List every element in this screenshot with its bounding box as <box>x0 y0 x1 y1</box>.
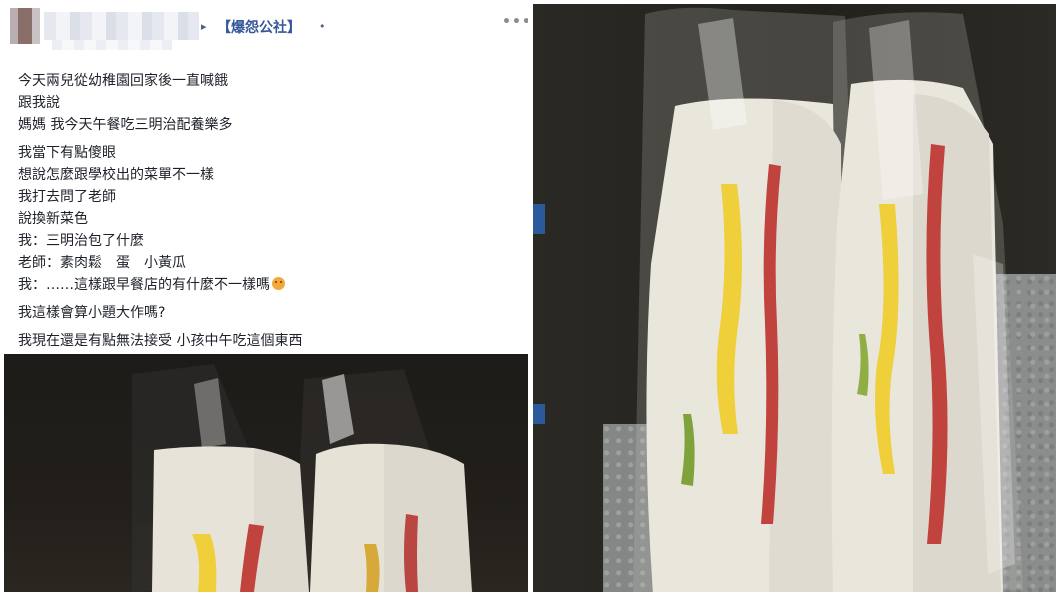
post-line: 我：三明治包了什麼 <box>18 233 144 249</box>
blurred-timestamp <box>52 40 172 50</box>
post-line-with-emoji: 我：……這樣跟早餐店的有什麼不一樣嗎 <box>18 274 518 296</box>
post-line: 我當下有點傻眼 <box>18 145 116 161</box>
post-line: 老師：素肉鬆 蛋 小黃瓜 <box>18 255 186 271</box>
sad-face-emoji-icon <box>272 277 285 290</box>
post-line: 我：……這樣跟早餐店的有什麼不一樣嗎 <box>18 277 270 293</box>
post-line: 說換新菜色 <box>18 211 88 227</box>
more-options-icon[interactable]: ••• <box>502 14 528 30</box>
sandwich-illustration-small <box>132 364 474 592</box>
facebook-post-card: ▸ 【爆怨公社】 • ••• 今天兩兒從幼稚園回家後一直喊餓 跟我說 媽媽 我今… <box>4 4 528 355</box>
group-name-link[interactable]: 【爆怨公社】 <box>217 17 301 37</box>
sandwich-photo-small <box>4 354 528 592</box>
post-body-text: 今天兩兒從幼稚園回家後一直喊餓 跟我說 媽媽 我今天午餐吃三明治配養樂多 我當下… <box>18 70 518 352</box>
post-line: 我打去問了老師 <box>18 189 116 205</box>
sandwich-illustration-large <box>633 7 1023 592</box>
post-header: ▸ 【爆怨公社】 • ••• <box>4 4 528 54</box>
left-composite-panel: ▸ 【爆怨公社】 • ••• 今天兩兒從幼稚園回家後一直喊餓 跟我說 媽媽 我今… <box>4 4 528 592</box>
post-line: 媽媽 我今天午餐吃三明治配養樂多 <box>18 117 233 133</box>
separator-dot: • <box>319 20 326 33</box>
post-line: 跟我說 <box>18 95 60 111</box>
post-line: 今天兩兒從幼稚園回家後一直喊餓 <box>18 73 228 89</box>
post-line: 想說怎麼跟學校出的菜單不一樣 <box>18 167 214 183</box>
sandwich-photo-large <box>533 4 1056 592</box>
share-arrow-icon: ▸ <box>201 20 207 33</box>
post-line: 我這樣會算小題大作嗎? <box>18 305 166 321</box>
blurred-username[interactable] <box>44 12 199 40</box>
post-line: 我現在還是有點無法接受 小孩中午吃這個東西 <box>18 333 303 349</box>
profile-avatar[interactable] <box>10 8 40 44</box>
